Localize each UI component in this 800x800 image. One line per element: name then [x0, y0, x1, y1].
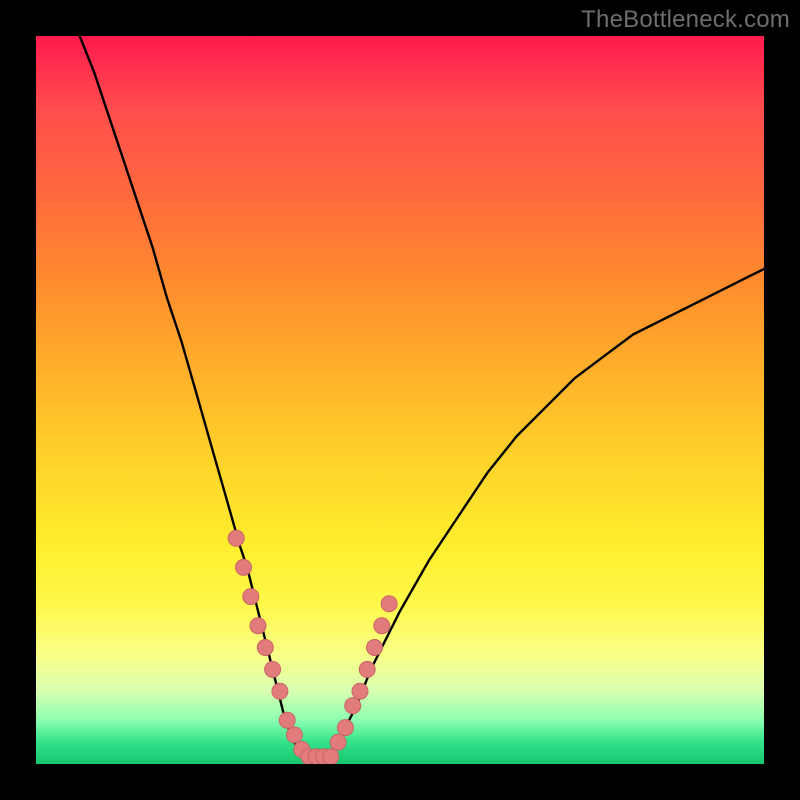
highlight-marker	[359, 661, 375, 677]
highlight-marker	[250, 618, 266, 634]
highlight-marker	[286, 727, 302, 743]
plot-area	[36, 36, 764, 764]
bottleneck-curve-svg	[36, 36, 764, 764]
highlight-marker	[381, 596, 397, 612]
highlight-marker	[272, 683, 288, 699]
watermark-label: TheBottleneck.com	[581, 6, 790, 34]
highlight-markers	[228, 530, 397, 764]
highlight-marker	[345, 698, 361, 714]
highlight-marker	[243, 589, 259, 605]
highlight-marker	[228, 530, 244, 546]
highlight-marker	[279, 712, 295, 728]
highlight-marker	[236, 559, 252, 575]
highlight-marker	[367, 640, 383, 656]
highlight-marker	[257, 640, 273, 656]
bottleneck-curve	[80, 36, 764, 757]
highlight-marker	[374, 618, 390, 634]
highlight-marker	[330, 734, 346, 750]
highlight-marker	[323, 749, 339, 764]
highlight-marker	[337, 720, 353, 736]
chart-frame: TheBottleneck.com	[0, 0, 800, 800]
highlight-marker	[352, 683, 368, 699]
highlight-marker	[265, 661, 281, 677]
